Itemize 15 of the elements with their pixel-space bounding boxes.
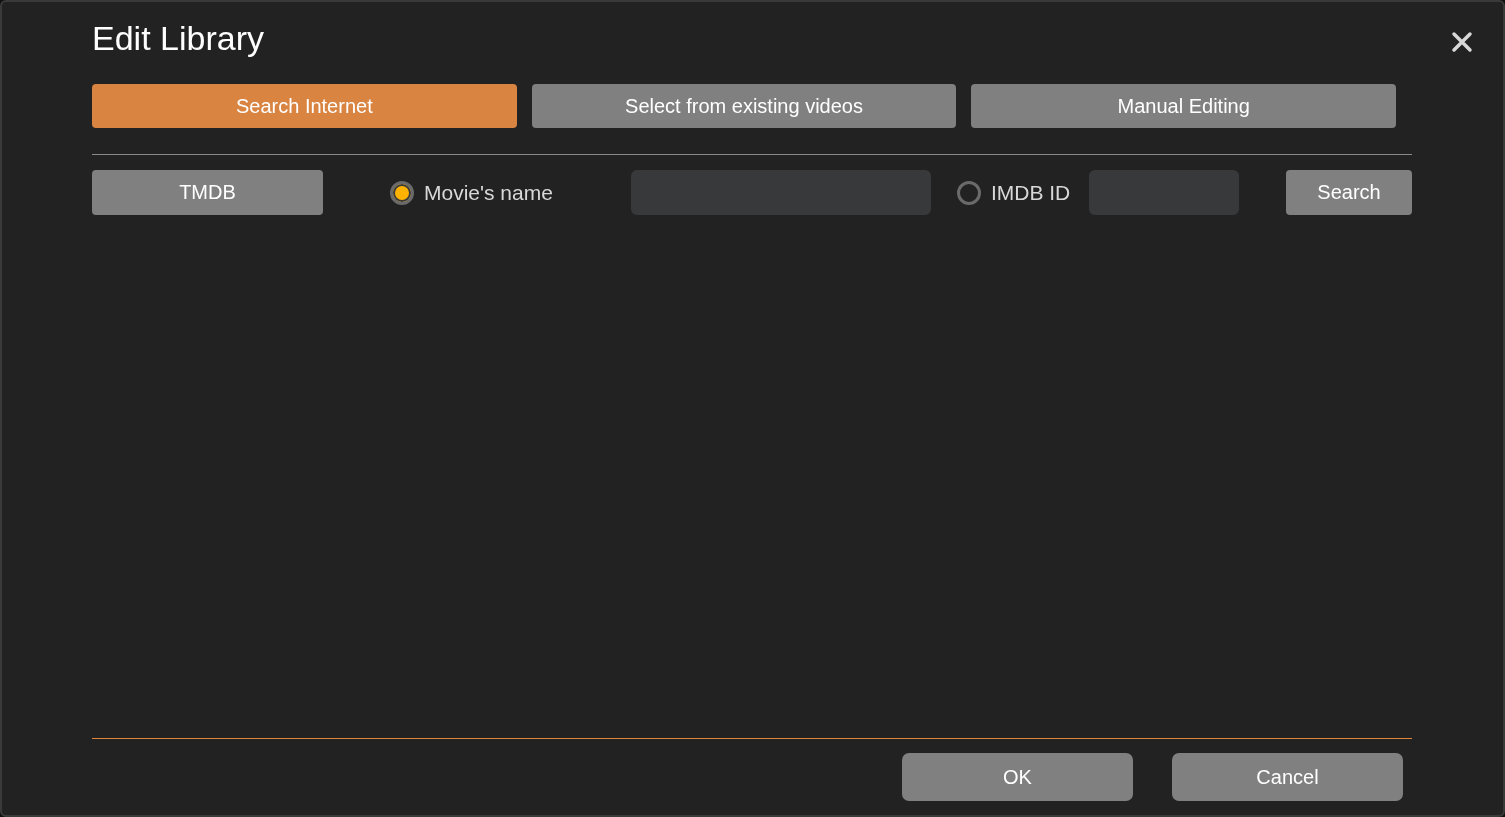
- tab[interactable]: Select from existing videos: [531, 84, 957, 128]
- close-icon[interactable]: [1451, 31, 1473, 53]
- dialog-button[interactable]: OK: [902, 753, 1133, 801]
- dialog-title: Edit Library: [92, 18, 264, 58]
- search-button[interactable]: Search: [1286, 170, 1412, 215]
- input-field[interactable]: [630, 170, 931, 215]
- radio-label[interactable]: IMDB ID: [990, 180, 1071, 205]
- source-button[interactable]: TMDB: [92, 170, 323, 215]
- radio-label[interactable]: Movie's name: [424, 180, 553, 205]
- radio-button[interactable]: [390, 180, 414, 205]
- dialog-button[interactable]: Cancel: [1172, 753, 1403, 801]
- tab[interactable]: Manual Editing: [971, 84, 1396, 128]
- radio-button[interactable]: [956, 180, 981, 205]
- input-field[interactable]: [1089, 170, 1240, 215]
- tab[interactable]: Search Internet: [92, 84, 517, 128]
